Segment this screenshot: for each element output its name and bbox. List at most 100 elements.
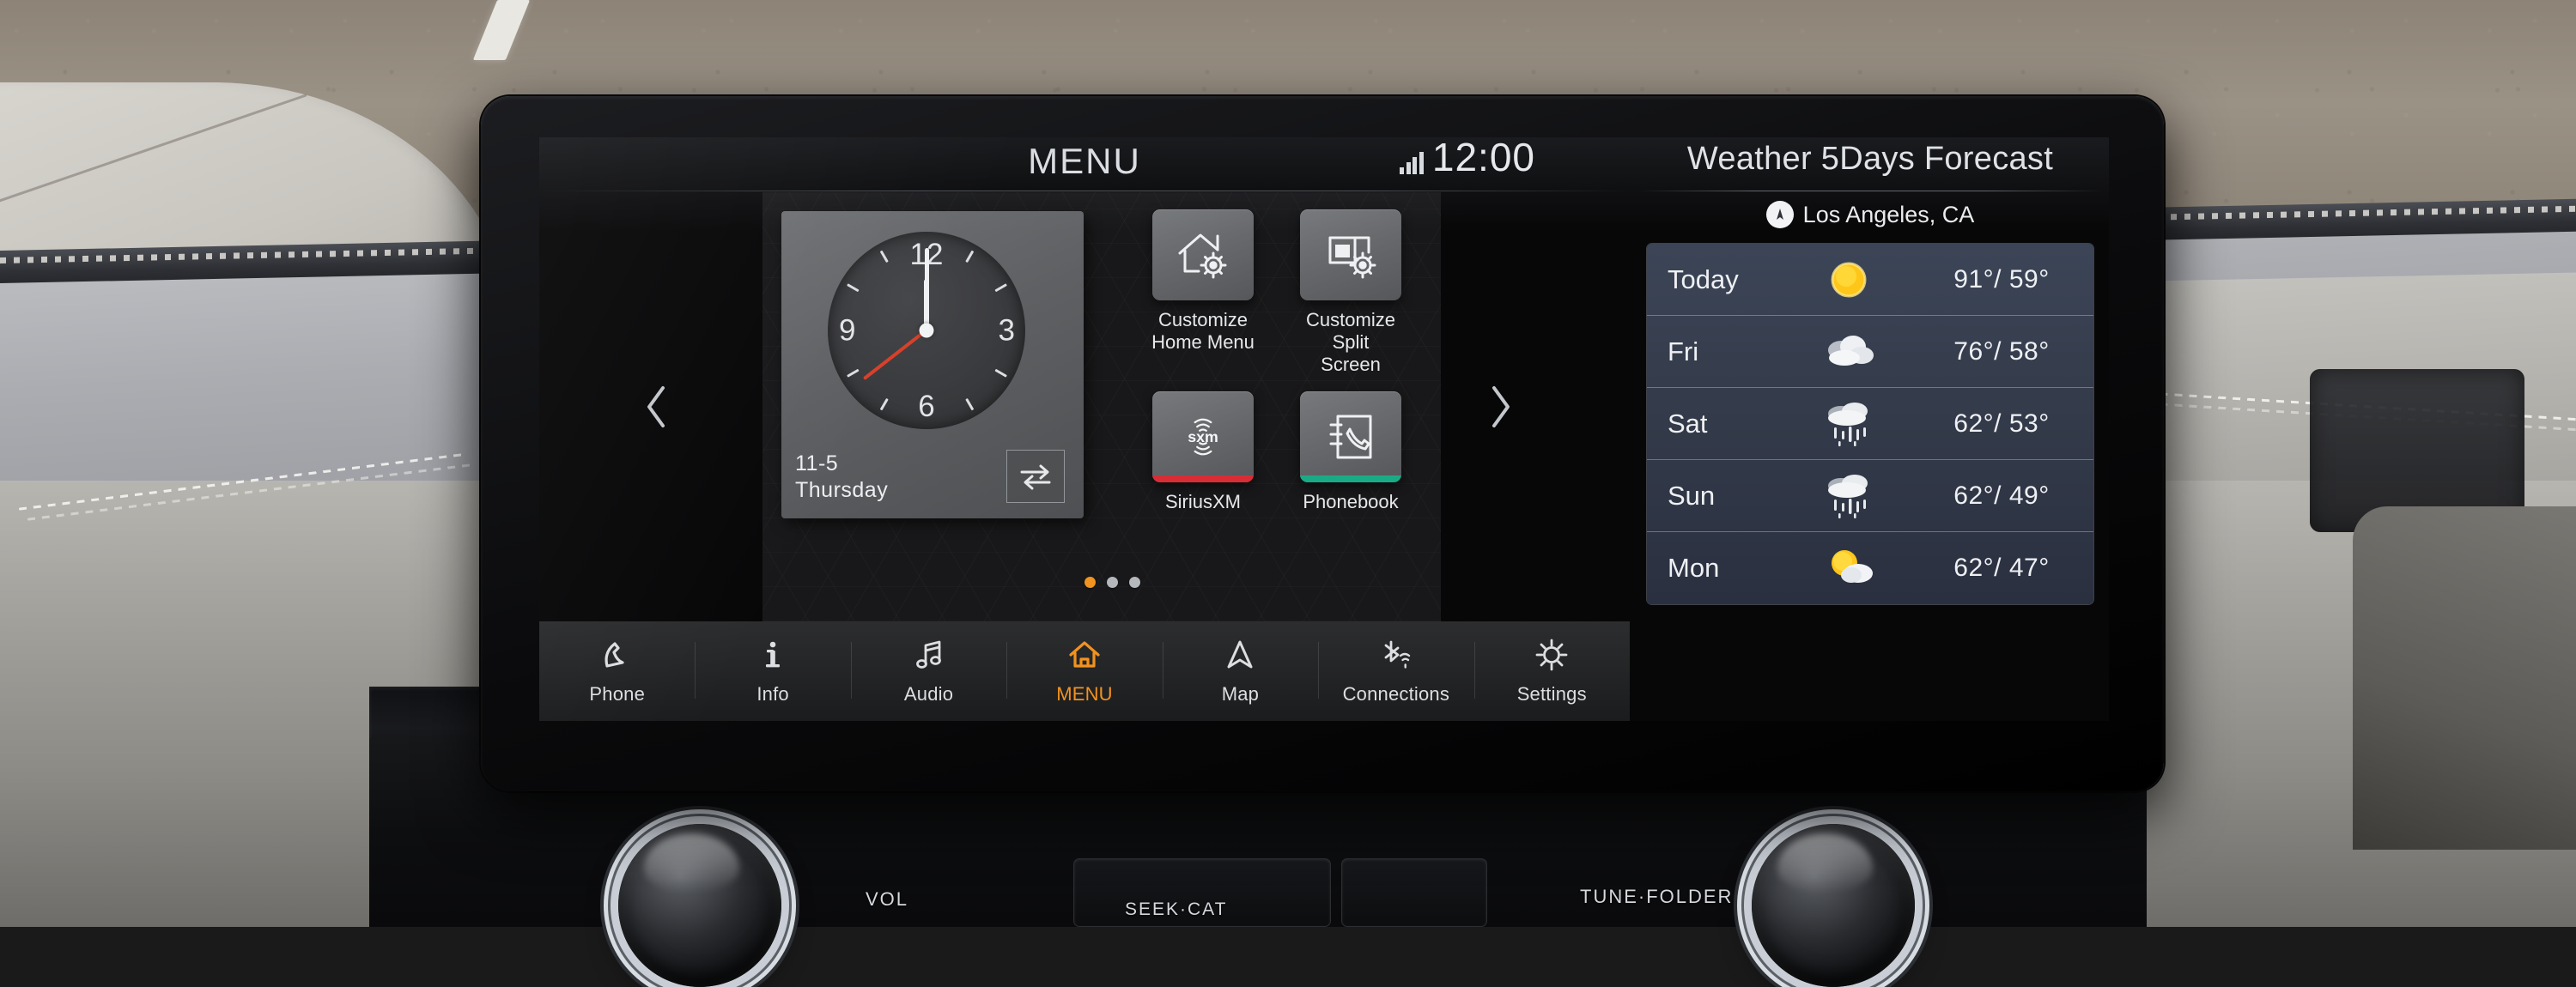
sxm-logo-icon: sxm <box>1152 391 1254 482</box>
clock-tick <box>879 398 888 410</box>
clock-tick <box>879 251 888 263</box>
car-interior-scene: VOL SEEK·CAT TUNE·FOLDER MENU 12:00 <box>0 0 2576 927</box>
nav-item-info[interactable]: Info <box>695 621 850 721</box>
nav-item-connections[interactable]: Connections <box>1318 621 1473 721</box>
weather-day: Fri <box>1647 336 1776 367</box>
nav-label: Info <box>756 683 789 705</box>
aux-hardware-button[interactable] <box>1341 858 1487 927</box>
seek-cat-label: SEEK·CAT <box>1125 899 1227 920</box>
knob-sheen <box>644 833 738 892</box>
nav-item-map[interactable]: Map <box>1163 621 1318 721</box>
nav-label: MENU <box>1056 683 1113 705</box>
weather-temps: 91°/ 59° <box>1922 265 2093 294</box>
tile-customize-home-menu[interactable]: CustomizeHome Menu <box>1139 209 1267 354</box>
curb-seam <box>0 94 307 214</box>
weather-location-row[interactable]: Los Angeles, CA <box>1631 201 2109 228</box>
antenna-signal-bars-icon <box>1397 140 1424 174</box>
clock-widget[interactable]: 12 3 6 9 <box>781 211 1084 518</box>
chevron-right-icon[interactable] <box>1477 383 1525 431</box>
clock-numeral-3: 3 <box>999 316 1015 346</box>
status-bar: MENU 12:00 <box>539 137 1630 192</box>
tune-folder-label: TUNE·FOLDER <box>1580 886 1733 908</box>
weather-row[interactable]: Sun <box>1647 460 2093 532</box>
clock-second-hand <box>863 330 927 380</box>
rain-icon <box>1776 469 1922 524</box>
weather-panel: Weather 5Days Forecast Los Angeles, CA T… <box>1631 137 2109 666</box>
info-icon <box>755 637 791 677</box>
page-indicator[interactable] <box>1084 577 1140 588</box>
weather-temps: 76°/ 58° <box>1922 337 2093 366</box>
rain-icon <box>1776 397 1922 451</box>
clock-date-group: 11-5 Thursday <box>795 451 888 503</box>
split-screen-gear-icon <box>1300 209 1401 300</box>
tile-label: CustomizeHome Menu <box>1139 309 1267 354</box>
nav-label: Phone <box>589 683 645 705</box>
infotainment-screen[interactable]: MENU 12:00 <box>539 137 2109 721</box>
clock-tick <box>847 369 859 378</box>
weather-temps: 62°/ 49° <box>1922 481 2093 511</box>
clock-numeral-6: 6 <box>918 391 934 421</box>
nav-label: Connections <box>1343 683 1450 705</box>
home-icon <box>1066 637 1103 677</box>
navigation-arrow-icon <box>1222 637 1258 677</box>
music-note-icon <box>911 637 947 677</box>
tune-folder-knob[interactable] <box>1752 824 1915 987</box>
weather-row[interactable]: Mon 62°/ 47° <box>1647 532 2093 604</box>
weather-day: Sun <box>1647 481 1776 512</box>
nav-label: Settings <box>1517 683 1587 705</box>
nav-item-menu[interactable]: MENU <box>1006 621 1162 721</box>
phonebook-icon <box>1300 391 1401 482</box>
clock-tick <box>965 251 974 263</box>
weather-row[interactable]: Sat <box>1647 388 2093 460</box>
passenger-seat <box>2353 506 2576 850</box>
clock-minute-hand <box>925 248 929 330</box>
clock-numeral-9: 9 <box>839 316 855 346</box>
tile-accent-bar <box>1300 475 1401 482</box>
nav-label: Map <box>1222 683 1259 705</box>
weather-day: Today <box>1647 264 1776 295</box>
clock-tick <box>847 283 859 292</box>
weather-forecast-list: Today 91°/ 59° Fri <box>1647 244 2093 604</box>
weather-row[interactable]: Today 91°/ 59° <box>1647 244 2093 316</box>
page-dot[interactable] <box>1129 577 1140 588</box>
phone-handset-icon <box>599 637 635 677</box>
page-dot-active[interactable] <box>1084 577 1096 588</box>
chevron-left-icon[interactable] <box>632 383 680 431</box>
clock-tick <box>994 283 1006 292</box>
weather-temps: 62°/ 53° <box>1922 409 2093 439</box>
house-gear-icon <box>1152 209 1254 300</box>
cloudy-icon <box>1776 324 1922 379</box>
clock-tick <box>994 369 1006 378</box>
tile-customize-split-screen[interactable]: Customize SplitScreen <box>1286 209 1415 376</box>
tile-label: SiriusXM <box>1139 491 1267 513</box>
bottom-navigation-bar: Phone Info <box>539 621 1630 721</box>
tile-accent-bar <box>1152 475 1254 482</box>
nav-item-phone[interactable]: Phone <box>539 621 695 721</box>
nav-item-settings[interactable]: Settings <box>1474 621 1630 721</box>
signal-bars <box>1400 152 1424 174</box>
analog-clock-face: 12 3 6 9 <box>828 232 1025 429</box>
gear-icon <box>1534 637 1570 677</box>
weather-day: Mon <box>1647 553 1776 584</box>
home-menu-panel: 12 3 6 9 <box>539 192 1630 621</box>
tile-label: Customize SplitScreen <box>1286 309 1415 376</box>
weather-temps: 62°/ 47° <box>1922 554 2093 583</box>
clock-date: 11-5 <box>795 451 888 477</box>
status-time: 12:00 <box>1432 137 1535 177</box>
swap-arrows-icon[interactable] <box>1006 450 1065 503</box>
clock-weekday: Thursday <box>795 477 888 504</box>
svg-text:sxm: sxm <box>1188 428 1218 445</box>
sunny-icon <box>1776 252 1922 307</box>
infotainment-display-bezel: MENU 12:00 <box>481 96 2164 791</box>
tile-phonebook[interactable]: Phonebook <box>1286 391 1415 513</box>
weather-location-name: Los Angeles, CA <box>1803 202 1975 228</box>
clock-tick <box>965 398 974 410</box>
knob-sheen <box>1777 833 1872 892</box>
weather-row[interactable]: Fri 76°/ 58° <box>1647 316 2093 388</box>
partly-cloudy-icon <box>1776 541 1922 596</box>
bluetooth-wifi-icon <box>1378 637 1414 677</box>
nav-item-audio[interactable]: Audio <box>851 621 1006 721</box>
page-dot[interactable] <box>1107 577 1118 588</box>
volume-knob[interactable] <box>618 824 781 987</box>
tile-siriusxm[interactable]: sxm SiriusXM <box>1139 391 1267 513</box>
